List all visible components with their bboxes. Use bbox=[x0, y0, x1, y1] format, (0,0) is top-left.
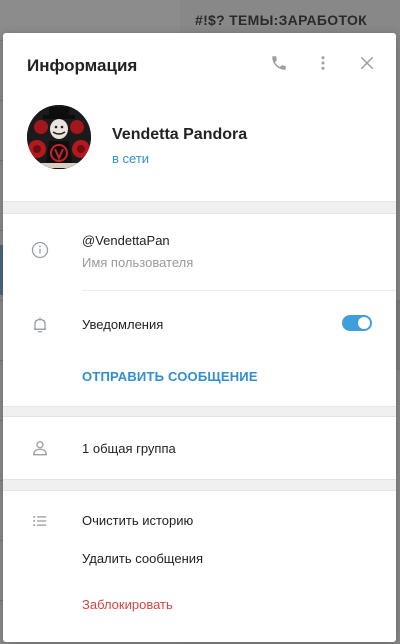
section-divider bbox=[3, 479, 396, 491]
user-info-modal: Информация Vendetta Pandora в сети @Vend… bbox=[3, 33, 396, 642]
section-divider bbox=[3, 406, 396, 417]
more-button[interactable] bbox=[309, 51, 337, 79]
bell-icon bbox=[29, 314, 51, 336]
profile-section: Vendetta Pandora в сети bbox=[3, 97, 396, 201]
common-groups-item[interactable]: 1 общая группа bbox=[82, 441, 176, 456]
online-status: в сети bbox=[112, 151, 150, 166]
close-button[interactable] bbox=[353, 51, 381, 79]
more-vertical-icon bbox=[314, 54, 332, 77]
profile-name: Vendetta Pandora bbox=[112, 126, 248, 143]
modal-title: Информация bbox=[27, 56, 138, 75]
user-icon bbox=[29, 437, 51, 459]
block-user-item[interactable]: Заблокировать bbox=[82, 597, 173, 612]
notifications-toggle[interactable] bbox=[342, 315, 372, 331]
avatar[interactable] bbox=[27, 105, 91, 169]
phone-icon bbox=[270, 54, 288, 77]
background-chat-title: #!$? ТЕМЫ:ЗАРАБОТОК bbox=[195, 12, 367, 28]
modal-header: Информация bbox=[3, 33, 396, 97]
username-value[interactable]: @VendettaPan bbox=[82, 233, 170, 248]
row-divider bbox=[82, 290, 396, 291]
send-message-button[interactable]: ОТПРАВИТЬ СООБЩЕНИЕ bbox=[82, 369, 258, 384]
info-icon bbox=[29, 239, 51, 261]
delete-messages-item[interactable]: Удалить сообщения bbox=[82, 551, 203, 566]
notifications-label: Уведомления bbox=[82, 317, 164, 332]
list-icon bbox=[29, 510, 51, 532]
toggle-knob bbox=[358, 317, 370, 329]
call-button[interactable] bbox=[265, 51, 293, 79]
section-divider bbox=[3, 201, 396, 214]
close-icon bbox=[358, 54, 376, 77]
clear-history-item[interactable]: Очистить историю bbox=[82, 513, 193, 528]
username-caption: Имя пользователя bbox=[82, 255, 194, 270]
